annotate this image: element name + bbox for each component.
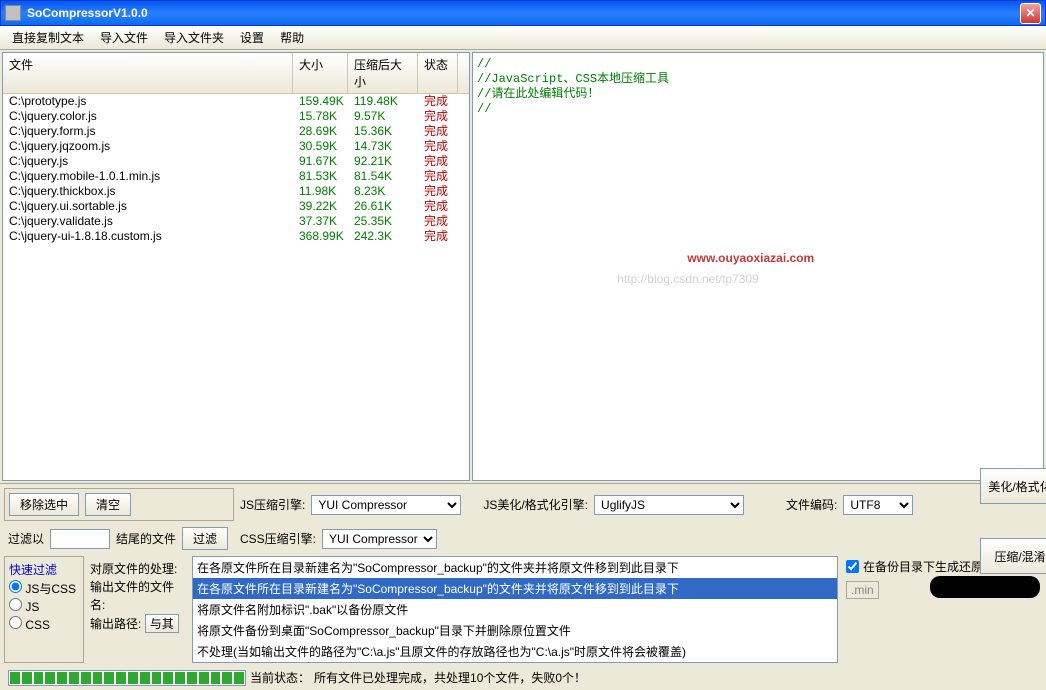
menu-copy-text[interactable]: 直接复制文本 xyxy=(4,27,92,48)
js-engine-label: JS压缩引擎: xyxy=(240,496,305,513)
css-engine-label: CSS压缩引擎: xyxy=(240,530,316,547)
outpath-prefix-button[interactable]: 与其 xyxy=(145,614,179,633)
watermark: www.ouyaoxiazai.com http://blog.csdn.net… xyxy=(687,246,828,288)
output-options-labels: 对原文件的处理: 输出文件的文件名: 输出路径: 与其 xyxy=(88,556,188,663)
quick-filter-group: 快速过滤 JS与CSS JS CSS xyxy=(4,556,84,663)
radio-jscss[interactable]: JS与CSS xyxy=(9,580,79,598)
table-row[interactable]: C:\jquery.ui.sortable.js39.22K26.61K完成 xyxy=(3,199,469,214)
css-engine-select[interactable]: YUI Compressor xyxy=(322,529,437,549)
opt-handle-label: 对原文件的处理: xyxy=(90,560,186,578)
table-row[interactable]: C:\jquery.js91.67K92.21K完成 xyxy=(3,154,469,169)
col-header-size[interactable]: 大小 xyxy=(293,53,348,93)
editor-panel: // //JavaScript、CSS本地压缩工具 //请在此处编辑代码！ //… xyxy=(472,52,1044,481)
status-label: 当前状态： xyxy=(250,669,310,686)
table-row[interactable]: C:\jquery.form.js28.69K15.36K完成 xyxy=(3,124,469,139)
radio-css[interactable]: CSS xyxy=(9,616,79,634)
app-icon xyxy=(5,5,21,21)
menu-import-file[interactable]: 导入文件 xyxy=(92,27,156,48)
titlebar: SoCompressorV1.0.0 ✕ xyxy=(0,0,1046,26)
beautify-button[interactable]: 美化/格式化 xyxy=(980,468,1046,504)
table-row[interactable]: C:\jquery-ui-1.8.18.custom.js368.99K242.… xyxy=(3,229,469,244)
table-row[interactable]: C:\jquery.mobile-1.0.1.min.js81.53K81.54… xyxy=(3,169,469,184)
dropdown-option[interactable]: 将原文件备份到桌面"SoCompressor_backup"目录下并删除原位置文… xyxy=(193,620,837,641)
window-title: SoCompressorV1.0.0 xyxy=(27,6,1020,20)
file-list[interactable]: C:\prototype.js159.49K119.48K完成C:\jquery… xyxy=(3,94,469,480)
beautify-engine-select[interactable]: UglifyJS xyxy=(594,495,744,515)
radio-js[interactable]: JS xyxy=(9,598,79,616)
opt-outpath-label: 输出路径: 与其 xyxy=(90,614,186,633)
handle-dropdown[interactable]: 在各原文件所在目录新建名为"SoCompressor_backup"的文件夹并将… xyxy=(192,556,838,663)
clear-button[interactable]: 清空 xyxy=(85,493,131,516)
dropdown-option[interactable]: 在各原文件所在目录新建名为"SoCompressor_backup"的文件夹并将… xyxy=(193,578,837,599)
status-text: 所有文件已处理完成，共处理10个文件，失败0个！ xyxy=(314,669,1038,686)
menubar: 直接复制文本 导入文件 导入文件夹 设置 帮助 xyxy=(0,26,1046,50)
col-header-csize[interactable]: 压缩后大小 xyxy=(348,53,418,93)
filter-input[interactable] xyxy=(50,529,110,549)
encoding-label: 文件编码: xyxy=(786,496,837,513)
remove-selected-button[interactable]: 移除选中 xyxy=(9,493,79,516)
table-row[interactable]: C:\jquery.thickbox.js11.98K8.23K完成 xyxy=(3,184,469,199)
table-row[interactable]: C:\jquery.validate.js37.37K25.35K完成 xyxy=(3,214,469,229)
table-row[interactable]: C:\jquery.color.js15.78K9.57K完成 xyxy=(3,109,469,124)
col-header-file[interactable]: 文件 xyxy=(3,53,293,93)
end-files-label: 结尾的文件 xyxy=(116,530,176,547)
dropdown-option[interactable]: 不处理(当如输出文件的路径为"C:\a.js"且原文件的存放路径也为"C:\a.… xyxy=(193,641,837,662)
close-icon[interactable]: ✕ xyxy=(1020,3,1041,24)
dropdown-option[interactable]: 将原文件名附加标识".bak"以备份原文件 xyxy=(193,599,837,620)
filter-by-label: 过滤以 xyxy=(8,530,44,547)
opt-outname-label: 输出文件的文件名: xyxy=(90,578,186,614)
filter-button[interactable]: 过滤 xyxy=(182,527,228,550)
quick-filter-title: 快速过滤 xyxy=(9,561,79,578)
editor-textarea[interactable]: // //JavaScript、CSS本地压缩工具 //请在此处编辑代码！ // xyxy=(473,53,1043,121)
encoding-select[interactable]: UTF8 xyxy=(843,495,913,515)
col-header-status[interactable]: 状态 xyxy=(418,53,458,93)
compress-button[interactable]: 压缩/混淆 xyxy=(980,538,1046,574)
js-engine-select[interactable]: YUI Compressor xyxy=(311,495,461,515)
file-list-header: 文件 大小 压缩后大小 状态 xyxy=(3,53,469,94)
menu-settings[interactable]: 设置 xyxy=(232,27,272,48)
min-suffix-box: .min xyxy=(846,581,879,599)
redaction-mark xyxy=(930,576,1040,598)
table-row[interactable]: C:\jquery.jqzoom.js30.59K14.73K完成 xyxy=(3,139,469,154)
bottom-panel: 移除选中 清空 JS压缩引擎: YUI Compressor JS美化/格式化引… xyxy=(0,484,1046,690)
dropdown-option[interactable]: 在各原文件所在目录新建名为"SoCompressor_backup"的文件夹并将… xyxy=(193,557,837,578)
menu-import-folder[interactable]: 导入文件夹 xyxy=(156,27,232,48)
table-row[interactable]: C:\prototype.js159.49K119.48K完成 xyxy=(3,94,469,109)
file-list-panel: 文件 大小 压缩后大小 状态 C:\prototype.js159.49K119… xyxy=(2,52,470,481)
beautify-engine-label: JS美化/格式化引擎: xyxy=(483,496,588,513)
menu-help[interactable]: 帮助 xyxy=(272,27,312,48)
progress-bar xyxy=(8,670,246,686)
